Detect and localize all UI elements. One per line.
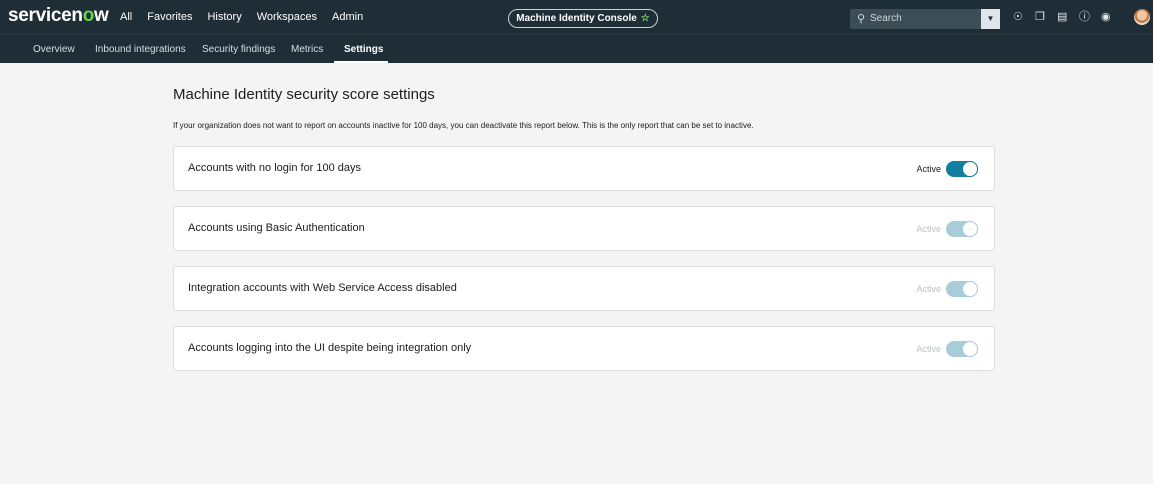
page-description: If your organization does not want to re… xyxy=(173,121,754,130)
active-tab-indicator xyxy=(334,61,388,63)
setting-status: Active xyxy=(916,284,941,294)
search-icon: ⚲ xyxy=(857,13,866,25)
search-placeholder: Search xyxy=(870,13,902,24)
top-nav: All Favorites History Workspaces Admin xyxy=(120,0,378,34)
bell-icon[interactable]: ◉ xyxy=(1101,11,1111,23)
toggle-knob xyxy=(962,341,978,357)
tab-security-findings[interactable]: Security findings xyxy=(202,44,275,55)
nav-history[interactable]: History xyxy=(207,11,241,23)
tab-overview[interactable]: Overview xyxy=(33,44,75,55)
nav-admin[interactable]: Admin xyxy=(332,11,363,23)
setting-card: Accounts with no login for 100 days Acti… xyxy=(173,146,995,191)
setting-status: Active xyxy=(916,164,941,174)
setting-status: Active xyxy=(916,344,941,354)
setting-label: Integration accounts with Web Service Ac… xyxy=(188,282,457,294)
toggle-knob xyxy=(962,281,978,297)
setting-card: Accounts logging into the UI despite bei… xyxy=(173,326,995,371)
sub-nav-tabs: Overview Inbound integrations Security f… xyxy=(0,34,1153,63)
nav-workspaces[interactable]: Workspaces xyxy=(257,11,317,23)
tab-inbound-integrations[interactable]: Inbound integrations xyxy=(95,44,186,55)
setting-label: Accounts logging into the UI despite bei… xyxy=(188,342,472,354)
search-scope-dropdown[interactable]: ▼ xyxy=(981,9,1000,29)
avatar[interactable] xyxy=(1134,9,1150,25)
help-icon[interactable]: ⓘ xyxy=(1079,11,1090,23)
setting-label: Accounts using Basic Authentication xyxy=(188,222,365,234)
setting-label: Accounts with no login for 100 days xyxy=(188,162,362,174)
console-title: Machine Identity Console xyxy=(516,13,637,24)
toggle-knob xyxy=(962,221,978,237)
globe-icon[interactable]: ☉ xyxy=(1013,11,1023,23)
nav-favorites[interactable]: Favorites xyxy=(147,11,192,23)
page-title: Machine Identity security score settings xyxy=(173,86,435,103)
top-header: servicenow All Favorites History Workspa… xyxy=(0,0,1153,34)
servicenow-logo[interactable]: servicenow xyxy=(8,6,109,26)
search-input[interactable]: ⚲ Search ▼ xyxy=(850,9,1000,29)
active-toggle xyxy=(946,341,978,357)
setting-card: Accounts using Basic Authentication Acti… xyxy=(173,206,995,251)
toggle-knob xyxy=(962,161,978,177)
console-title-pill[interactable]: Machine Identity Console ☆ xyxy=(508,9,658,28)
chat-icon[interactable]: ❒ xyxy=(1035,11,1045,23)
active-toggle xyxy=(946,221,978,237)
active-toggle[interactable] xyxy=(946,161,978,177)
list-icon[interactable]: ▤ xyxy=(1057,11,1067,23)
favorite-star-icon[interactable]: ☆ xyxy=(641,13,650,24)
active-toggle xyxy=(946,281,978,297)
setting-status: Active xyxy=(916,224,941,234)
tab-metrics[interactable]: Metrics xyxy=(291,44,323,55)
nav-all[interactable]: All xyxy=(120,11,132,23)
tab-settings[interactable]: Settings xyxy=(344,44,383,55)
setting-card: Integration accounts with Web Service Ac… xyxy=(173,266,995,311)
